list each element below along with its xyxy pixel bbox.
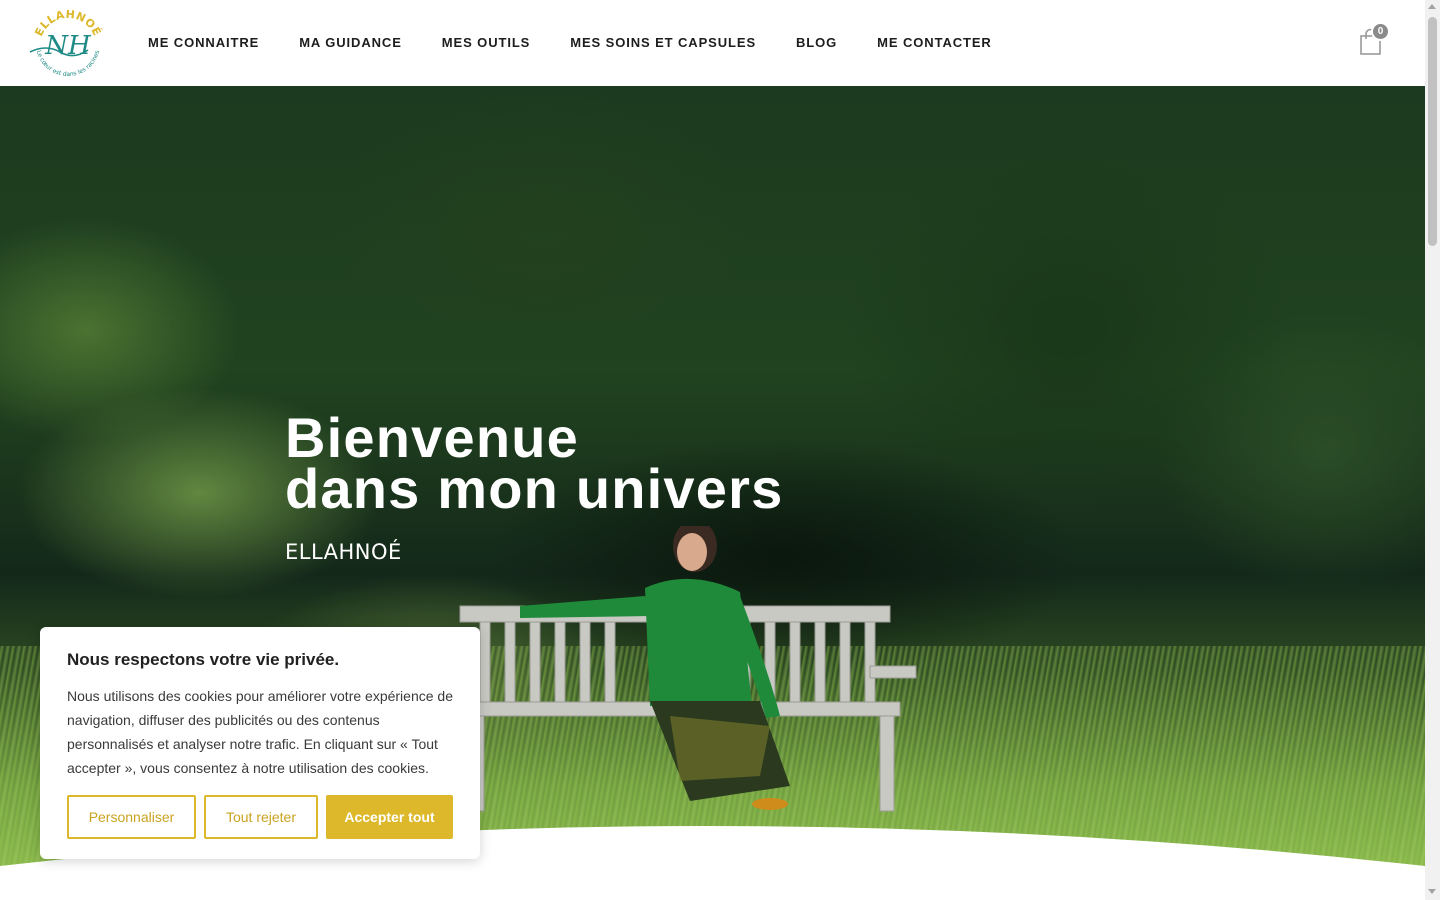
nav-item-me-connaitre[interactable]: ME CONNAITRE (148, 35, 259, 51)
cookie-consent-banner: Nous respectons votre vie privée. Nous u… (40, 627, 480, 859)
scroll-up-arrow-icon[interactable] (1428, 4, 1436, 9)
accept-all-button[interactable]: Accepter tout (326, 795, 453, 839)
site-header: ELLAHNOÉ NH Le cœur est dans les racines… (0, 0, 1425, 86)
reject-all-button[interactable]: Tout rejeter (204, 795, 318, 839)
nav-item-blog[interactable]: BLOG (796, 35, 837, 51)
nav-item-mes-soins-et-capsules[interactable]: MES SOINS ET CAPSULES (570, 35, 756, 51)
hero-signature: ELLAHNOÉ (285, 540, 402, 564)
scroll-down-arrow-icon[interactable] (1428, 889, 1436, 894)
customize-cookies-button[interactable]: Personnaliser (67, 795, 196, 839)
ellahnoe-logo[interactable]: ELLAHNOÉ NH Le cœur est dans les racines (26, 6, 110, 82)
nav-item-ma-guidance[interactable]: MA GUIDANCE (299, 35, 402, 51)
logo-initials: NH (44, 31, 92, 61)
hero-title-line-2: dans mon univers (285, 457, 784, 520)
page-scrollbar[interactable] (1425, 0, 1440, 900)
main-nav: ME CONNAITRE MA GUIDANCE MES OUTILS MES … (148, 35, 992, 51)
cart-count-badge: 0 (1371, 22, 1390, 41)
cart-button[interactable]: 0 (1358, 22, 1394, 56)
nav-item-me-contacter[interactable]: ME CONTACTER (877, 35, 992, 51)
scrollbar-thumb[interactable] (1428, 17, 1437, 246)
hero-title-line-1: Bienvenue (285, 406, 579, 469)
cookie-description: Nous utilisons des cookies pour améliore… (67, 688, 453, 776)
nav-item-mes-outils[interactable]: MES OUTILS (442, 35, 530, 51)
cookie-title: Nous respectons votre vie privée. (67, 650, 340, 669)
hero-title: Bienvenue dans mon univers (285, 406, 784, 520)
